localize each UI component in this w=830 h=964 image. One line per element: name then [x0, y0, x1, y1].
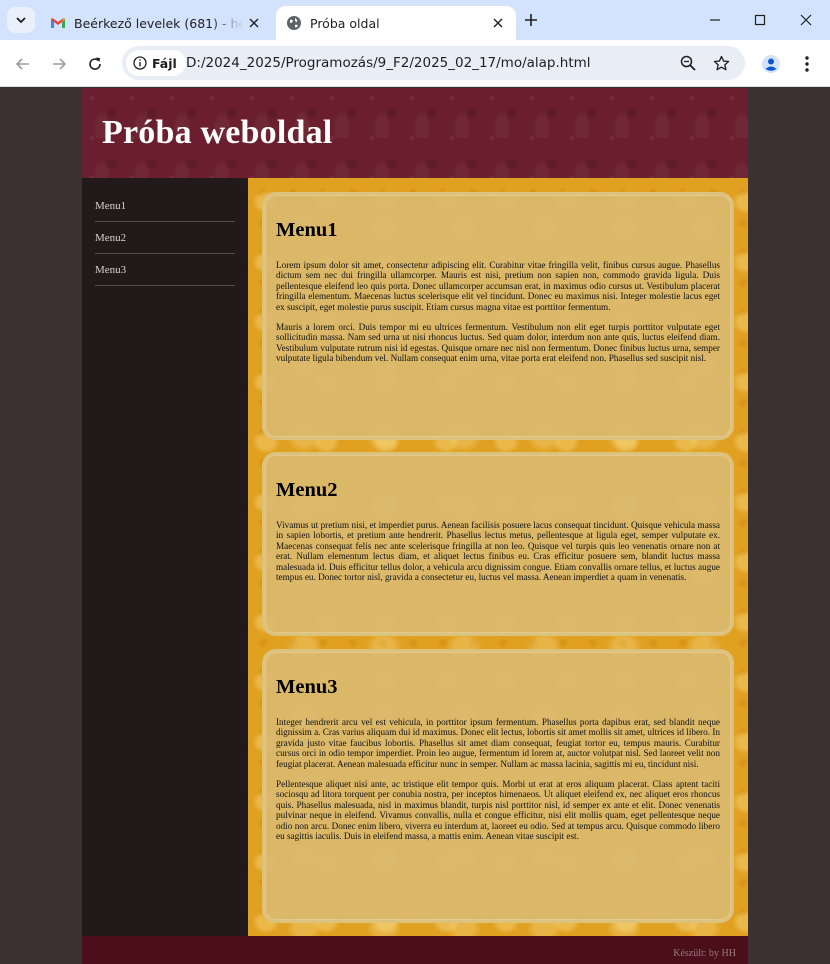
- section-heading: Menu1: [276, 219, 338, 241]
- section-paragraph: Mauris a lorem orci. Duis tempor mi eu u…: [276, 322, 720, 364]
- footer-credit: Készült: by HH: [673, 948, 736, 959]
- new-tab-button[interactable]: [520, 9, 542, 31]
- sidebar-menu: Menu1 Menu2 Menu3: [95, 190, 235, 286]
- close-tab-button[interactable]: [244, 13, 264, 33]
- page-footer: Készült: by HH: [82, 936, 748, 964]
- bookmark-button[interactable]: [711, 53, 731, 73]
- zoom-icon: [680, 55, 696, 71]
- gmail-icon: [51, 18, 65, 28]
- url-text[interactable]: D:/2024_2025/Programozás/9_F2/2025_02_17…: [186, 55, 591, 71]
- browser-menu-button[interactable]: [795, 52, 819, 76]
- plus-icon: [525, 14, 537, 26]
- globe-icon: [287, 16, 301, 30]
- more-vert-icon: [805, 56, 809, 72]
- info-icon: [133, 56, 147, 70]
- avatar-icon: [762, 55, 780, 73]
- close-tab-button[interactable]: [488, 13, 508, 33]
- minimize-button[interactable]: [692, 4, 738, 36]
- star-icon: [713, 55, 729, 70]
- reload-icon: [89, 57, 101, 70]
- page-title: Próba weboldal: [102, 114, 333, 151]
- minimize-icon: [710, 19, 720, 21]
- sidebar-item-menu3: Menu3: [95, 254, 235, 286]
- browser-toolbar: Fájl D:/2024_2025/Programozás/9_F2/2025_…: [0, 40, 830, 87]
- close-icon: [800, 14, 812, 26]
- tab-search-button[interactable]: [7, 7, 35, 33]
- zoom-button[interactable]: [678, 53, 698, 73]
- menu-link[interactable]: Menu2: [95, 232, 126, 244]
- arrow-right-icon: [53, 58, 67, 70]
- section-menu2: Menu2 Vivamus ut pretium nisi, et imperd…: [262, 452, 734, 636]
- close-icon: [493, 18, 503, 28]
- arrow-left-icon: [15, 58, 29, 70]
- maximize-button[interactable]: [737, 4, 783, 36]
- page-viewport: Próba weboldal Menu1 Menu2 Menu3 Menu1 L…: [0, 88, 830, 964]
- page-header: Próba weboldal: [82, 88, 748, 178]
- site-info-chip[interactable]: Fájl: [126, 50, 186, 76]
- address-bar[interactable]: Fájl D:/2024_2025/Programozás/9_F2/2025_…: [122, 46, 745, 80]
- section-paragraph: Pellentesque aliquet nisi ante, ac trist…: [276, 779, 720, 842]
- back-button[interactable]: [10, 51, 36, 77]
- chevron-down-icon: [16, 17, 26, 24]
- sidebar: Menu1 Menu2 Menu3: [82, 178, 248, 936]
- tab-title: Próba oldal: [310, 15, 380, 31]
- section-heading: Menu3: [276, 676, 338, 698]
- site-chip-label: Fájl: [152, 55, 177, 71]
- menu-link[interactable]: Menu3: [95, 264, 126, 276]
- sidebar-item-menu1: Menu1: [95, 190, 235, 222]
- tab-title: Beérkező levelek (681) - henesz: [74, 15, 244, 31]
- close-window-button[interactable]: [783, 4, 829, 36]
- section-heading: Menu2: [276, 479, 338, 501]
- section-paragraph: Integer hendrerit arcu vel est vehicula,…: [276, 717, 720, 769]
- main-content: Menu1 Lorem ipsum dolor sit amet, consec…: [248, 178, 748, 936]
- section-menu1: Menu1 Lorem ipsum dolor sit amet, consec…: [262, 192, 734, 440]
- sidebar-item-menu2: Menu2: [95, 222, 235, 254]
- browser-tab-strip: Beérkező levelek (681) - henesz Próba ol…: [0, 0, 830, 40]
- close-icon: [249, 18, 259, 28]
- tab-gmail[interactable]: Beérkező levelek (681) - henesz: [40, 6, 272, 40]
- tab-proba-oldal[interactable]: Próba oldal: [276, 6, 516, 40]
- reload-button[interactable]: [82, 51, 108, 77]
- menu-link[interactable]: Menu1: [95, 200, 126, 212]
- section-menu3: Menu3 Integer hendrerit arcu vel est veh…: [262, 649, 734, 923]
- profile-button[interactable]: [759, 52, 783, 76]
- forward-button[interactable]: [46, 51, 72, 77]
- page-wrapper: Próba weboldal Menu1 Menu2 Menu3 Menu1 L…: [82, 88, 748, 964]
- section-paragraph: Lorem ipsum dolor sit amet, consectetur …: [276, 260, 720, 312]
- section-paragraph: Vivamus ut pretium nisi, et imperdiet pu…: [276, 520, 720, 583]
- maximize-icon: [754, 14, 766, 26]
